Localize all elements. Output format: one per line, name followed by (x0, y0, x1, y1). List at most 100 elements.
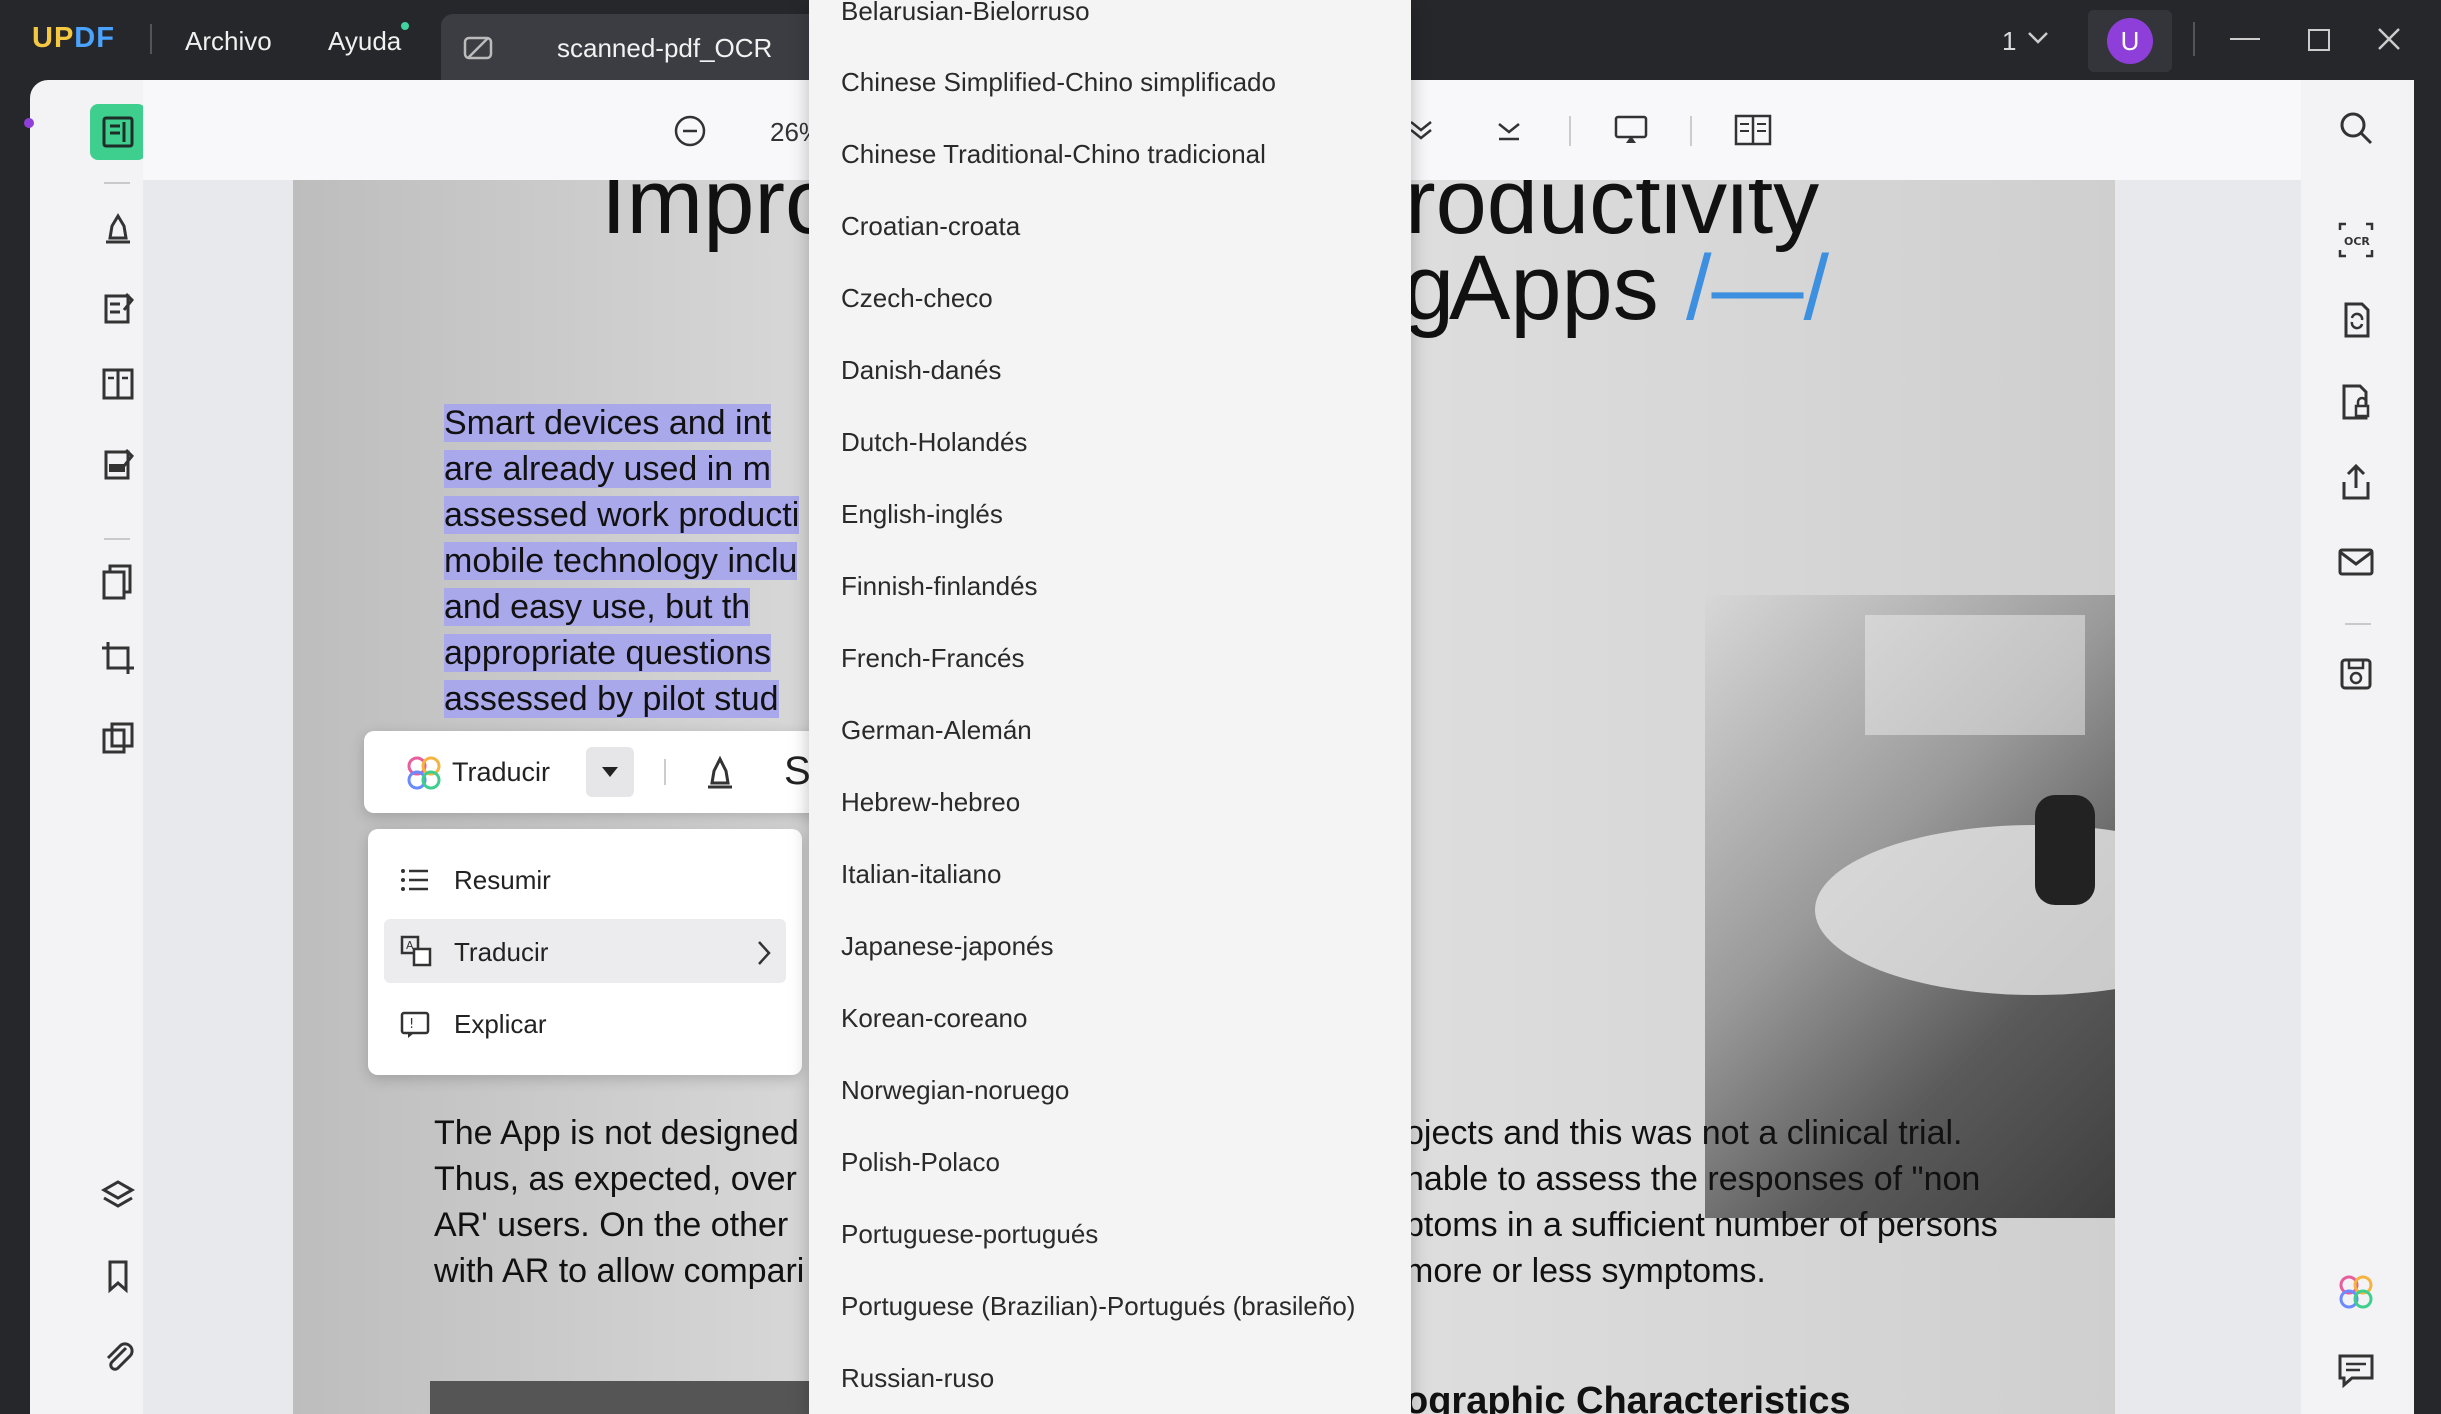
tab-edit-icon (462, 34, 494, 67)
highlight-line[interactable]: and easy use, but th (444, 588, 751, 626)
minimize-icon[interactable] (2230, 38, 2260, 40)
doc-title-left: Impro (601, 180, 837, 253)
para-line: ojects and this was not a clinical trial… (1405, 1114, 1963, 1152)
notification-dot (401, 22, 409, 30)
translate-icon: A (400, 935, 432, 972)
organize-pages-icon[interactable] (90, 554, 146, 610)
close-icon[interactable] (2376, 26, 2402, 57)
menu-item-translate-bg[interactable] (384, 919, 786, 983)
highlight-line[interactable]: assessed by pilot stud (444, 680, 779, 718)
highlighted-paragraph[interactable]: Smart devices and int are already used i… (444, 400, 800, 722)
language-option[interactable]: Italian-italiano (841, 859, 1001, 890)
zoom-out-icon[interactable] (673, 114, 707, 153)
menu-item-explain[interactable]: Explicar (454, 1009, 546, 1040)
chevron-down-icon[interactable] (2026, 28, 2050, 53)
convert-icon[interactable] (2336, 300, 2380, 344)
bottom-image (430, 1381, 810, 1414)
last-page-icon[interactable] (1494, 116, 1524, 149)
page-view-icon[interactable] (1733, 113, 1773, 152)
highlight-line[interactable]: appropriate questions (444, 634, 772, 672)
edit-text-icon[interactable] (90, 280, 146, 336)
divider (2193, 22, 2195, 56)
explain-icon: ! (400, 1011, 430, 1044)
menu-archivo[interactable]: Archivo (185, 26, 272, 57)
strikethrough-icon[interactable]: S (784, 749, 811, 794)
form-icon[interactable] (90, 436, 146, 492)
language-option[interactable]: Portuguese (Brazilian)-Portugués (brasil… (841, 1291, 1355, 1322)
user-avatar[interactable]: U (2107, 18, 2153, 64)
divider (664, 759, 666, 785)
menu-item-summarize[interactable]: Resumir (454, 865, 551, 896)
language-option[interactable]: Chinese Simplified-Chino simplificado (841, 67, 1276, 98)
bookmark-icon[interactable] (90, 1248, 146, 1304)
divider (1690, 116, 1692, 146)
compare-icon[interactable] (90, 710, 146, 766)
comment-icon[interactable] (2336, 1350, 2380, 1394)
dropdown-button[interactable] (586, 747, 634, 797)
menu-item-translate[interactable]: Traducir (454, 937, 548, 968)
divider (1569, 116, 1571, 146)
svg-text:OCR: OCR (2344, 235, 2370, 248)
ocr-icon[interactable]: OCR (2336, 220, 2380, 264)
share-icon[interactable] (2336, 462, 2380, 506)
highlight-line[interactable]: mobile technology inclu (444, 542, 798, 580)
tab-title: scanned-pdf_OCR (557, 33, 773, 63)
left-toolbar (24, 80, 146, 1414)
para-line: nable to assess the responses of "non (1405, 1160, 1981, 1198)
presentation-icon[interactable] (1613, 114, 1649, 151)
right-toolbar (2301, 80, 2414, 1414)
language-option[interactable]: Hebrew-hebreo (841, 787, 1020, 818)
highlighter-icon[interactable] (90, 200, 146, 256)
highlight-line[interactable]: Smart devices and int (444, 404, 771, 442)
svg-text:A: A (406, 939, 414, 952)
indicator-dot (24, 118, 34, 128)
list-icon (400, 867, 430, 898)
ai-sparkle-icon (406, 755, 442, 796)
language-option[interactable]: French-Francés (841, 643, 1025, 674)
language-option[interactable]: English-inglés (841, 499, 1003, 530)
language-option[interactable]: Belarusian-Bielorruso (841, 0, 1090, 27)
divider (150, 24, 152, 54)
right-paragraph: ojects and this was not a clinical trial… (1405, 1110, 1998, 1294)
layers-icon[interactable] (90, 1168, 146, 1224)
language-option[interactable]: Korean-coreano (841, 1003, 1027, 1034)
language-option[interactable]: Polish-Polaco (841, 1147, 1000, 1178)
doc-title-mark: /—/ (1686, 237, 1830, 339)
page-layout-icon[interactable] (90, 356, 146, 412)
attachment-icon[interactable] (90, 1328, 146, 1384)
email-icon[interactable] (2336, 542, 2380, 586)
ai-assistant-icon[interactable] (2336, 1272, 2380, 1316)
language-option[interactable]: German-Alemán (841, 715, 1032, 746)
para-line: more or less symptoms. (1405, 1252, 1766, 1290)
highlight-line[interactable]: are already used in m (444, 450, 771, 488)
page-indicator[interactable]: 1 (2002, 26, 2016, 57)
maximize-icon[interactable] (2308, 29, 2330, 51)
search-icon[interactable] (2336, 108, 2380, 152)
para-line: ptoms in a sufficient number of persons (1405, 1206, 1998, 1244)
highlighter-icon[interactable] (702, 753, 738, 796)
save-icon[interactable] (2336, 654, 2380, 698)
updf-logo: UPDF (32, 22, 115, 54)
language-option[interactable]: Finnish-finlandés (841, 571, 1038, 602)
para-line: AR' users. On the other (434, 1206, 789, 1244)
language-option[interactable]: Dutch-Holandés (841, 427, 1027, 458)
language-option[interactable]: Croatian-croata (841, 211, 1020, 242)
crop-icon[interactable] (90, 630, 146, 686)
language-option[interactable]: Danish-danés (841, 355, 1001, 386)
selection-toolbar: Traducir S (364, 731, 824, 813)
protect-icon[interactable] (2336, 382, 2380, 426)
language-option[interactable]: Czech-checo (841, 283, 993, 314)
svg-text:!: ! (409, 1017, 414, 1032)
menu-ayuda[interactable]: Ayuda (328, 26, 401, 57)
reader-icon[interactable] (90, 104, 146, 160)
language-option[interactable]: Japanese-japonés (841, 931, 1054, 962)
language-option[interactable]: Norwegian-noruego (841, 1075, 1069, 1106)
translate-button[interactable]: Traducir (452, 757, 550, 788)
divider (2345, 623, 2371, 625)
language-option[interactable]: Russian-ruso (841, 1363, 994, 1394)
chevron-right-icon[interactable] (754, 939, 774, 972)
language-option[interactable]: Portuguese-portugués (841, 1219, 1098, 1250)
language-dropdown: Belarusian-Bielorruso Chinese Simplified… (809, 0, 1411, 1414)
highlight-line[interactable]: assessed work producti (444, 496, 800, 534)
language-option[interactable]: Chinese Traditional-Chino tradicional (841, 139, 1266, 170)
